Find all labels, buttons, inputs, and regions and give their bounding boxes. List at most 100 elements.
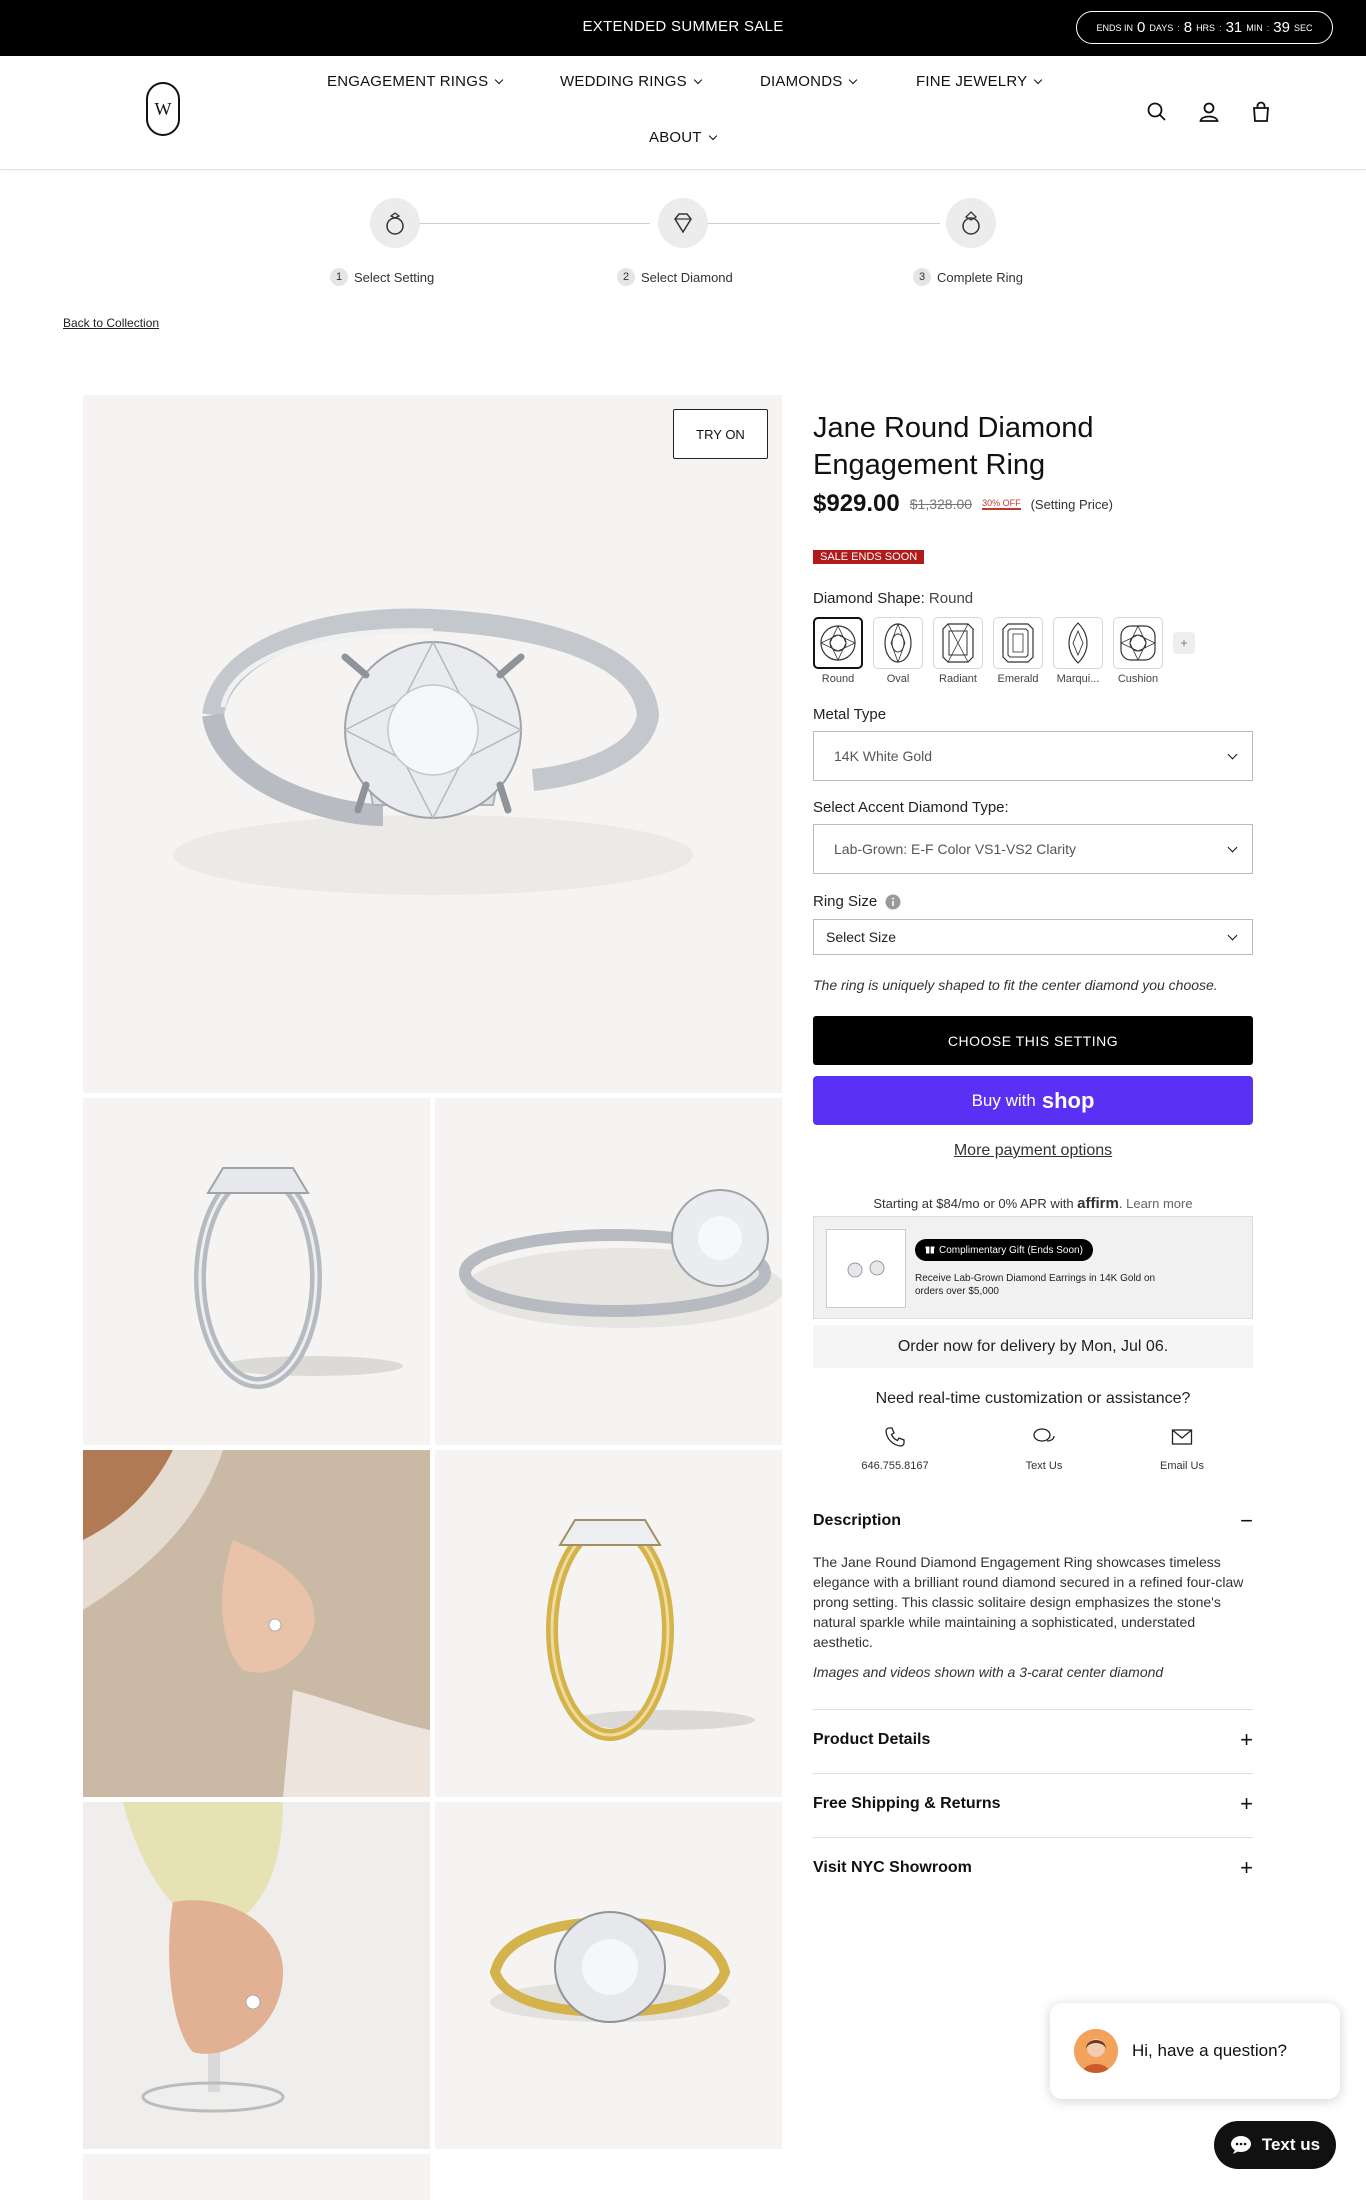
more-payment-options-link[interactable]: More payment options — [813, 1142, 1253, 1160]
shape-option-marquise[interactable]: Marqui... — [1053, 617, 1103, 685]
shape-option-emerald[interactable]: Emerald — [993, 617, 1043, 685]
builder-steps: 1 Select Setting 2 Select Diamond 3 Complet… — [0, 170, 1366, 310]
earrings-image — [847, 1260, 885, 1278]
shape-option-radiant[interactable]: Radiant — [933, 617, 983, 685]
ring-icon — [386, 212, 404, 235]
chevron-down-icon — [693, 75, 703, 85]
gallery-tile-profile-view[interactable] — [435, 1098, 782, 1445]
shape-option-round[interactable]: Round — [813, 617, 863, 685]
step-complete-circle[interactable] — [946, 198, 996, 248]
chevron-down-icon — [708, 131, 717, 141]
ring-size-label: Ring Size — [813, 893, 901, 910]
gallery-tile-more[interactable] — [83, 2154, 430, 2200]
shop-pay-logo: shop — [1041, 1087, 1095, 1113]
shape-option-oval[interactable]: Oval — [873, 617, 923, 685]
accordion-nyc-showroom[interactable]: Visit NYC Showroom + — [813, 1855, 1253, 1881]
round-shape-icon — [820, 625, 856, 661]
metal-type-select[interactable]: 14K White Gold — [813, 731, 1253, 781]
bag-icon[interactable] — [1249, 100, 1273, 124]
chevron-down-icon — [1227, 749, 1238, 759]
shape-option-cushion[interactable]: Cushion — [1113, 617, 1163, 685]
gift-icon — [925, 1246, 935, 1254]
accordion-title: Visit NYC Showroom — [813, 1859, 972, 1876]
step-diamond-circle[interactable] — [658, 198, 708, 248]
delivery-estimate: Order now for delivery by Mon, Jul 06. — [813, 1325, 1253, 1368]
nav-engagement-rings[interactable]: ENGAGEMENT RINGS — [327, 73, 504, 90]
step-setting-circle[interactable] — [370, 198, 420, 248]
accordion-shipping-returns[interactable]: Free Shipping & Returns + — [813, 1791, 1253, 1817]
gift-pill-text: Complimentary Gift (Ends Soon) — [939, 1245, 1083, 1256]
current-price: $929.00 — [813, 490, 900, 517]
shape-selector: Round Oval Radiant Emerald Marqui... Cus… — [813, 617, 1195, 685]
help-title: Need real-time customization or assistan… — [875, 1390, 1191, 1407]
nav-fine-jewelry[interactable]: FINE JEWELRY — [916, 73, 1043, 90]
countdown-timer: ENDS IN 0 DAYS : 8 HRS : 31 MIN : 39 SEC — [1076, 11, 1333, 44]
chevron-down-icon — [1227, 842, 1238, 852]
timer-min-label: MIN — [1246, 22, 1263, 33]
chat-bubbles-icon — [1033, 1428, 1055, 1442]
contact-phone[interactable]: 646.755.8167 — [850, 1422, 940, 1472]
price-note: (Setting Price) — [1030, 496, 1113, 512]
gallery-tile-yellow-top[interactable] — [435, 1802, 782, 2149]
description-note: Images and videos shown with a 3-carat c… — [813, 1664, 1164, 1680]
contact-text[interactable]: Text Us — [999, 1422, 1089, 1472]
step-setting-label[interactable]: 1 Select Setting — [330, 268, 434, 286]
divider — [813, 1773, 1253, 1774]
more-shapes-button[interactable]: + — [1173, 632, 1195, 654]
step-number: 2 — [617, 268, 635, 286]
ring-size-select[interactable]: Select Size — [813, 919, 1253, 955]
nav-diamonds[interactable]: DIAMONDS — [760, 73, 858, 90]
search-icon[interactable] — [1145, 100, 1169, 124]
nav-about[interactable]: ABOUT — [649, 129, 717, 146]
try-on-button[interactable]: TRY ON — [673, 409, 768, 459]
buy-with-shop-button[interactable]: Buy with shop — [813, 1076, 1253, 1125]
ring-side-image — [194, 1167, 403, 1389]
divider — [813, 1837, 1253, 1838]
text-us-chat-button[interactable]: Text us — [1214, 2121, 1336, 2169]
logo-letter: W — [154, 98, 172, 119]
chevron-down-icon — [495, 75, 504, 85]
contact-email[interactable]: Email Us — [1137, 1422, 1227, 1472]
timer-sec: 39 — [1273, 19, 1290, 36]
emerald-shape-icon — [1002, 623, 1034, 663]
timer-prefix: ENDS IN — [1096, 22, 1134, 33]
site-header: W ENGAGEMENT RINGS WEDDING RINGS DIAMOND… — [0, 56, 1366, 170]
timer-hrs: 8 — [1183, 19, 1193, 36]
choose-setting-button[interactable]: CHOOSE THIS SETTING — [813, 1016, 1253, 1065]
marquise-shape-icon — [1068, 622, 1088, 664]
chevron-down-icon — [849, 75, 858, 85]
collapse-icon: − — [1240, 1508, 1253, 1533]
back-to-collection-link[interactable]: Back to Collection — [63, 316, 159, 330]
phone-number: 646.755.8167 — [861, 1460, 929, 1472]
gallery-tile-hand-glass[interactable] — [83, 1802, 430, 2149]
accordion-product-details[interactable]: Product Details + — [813, 1727, 1253, 1753]
step-text: Select Setting — [354, 269, 435, 285]
nav-wedding-rings[interactable]: WEDDING RINGS — [560, 73, 703, 90]
info-icon[interactable] — [885, 894, 901, 910]
gallery-tile-side-view[interactable] — [83, 1098, 430, 1445]
ring-size-label-text: Ring Size — [813, 893, 878, 910]
chat-greeting-text: Hi, have a question? — [1132, 2041, 1287, 2060]
shape-name: Cushion — [1117, 673, 1159, 685]
main-product-image[interactable]: TRY ON — [83, 395, 782, 1093]
accordion-description-header[interactable]: Description − — [813, 1508, 1253, 1534]
step-complete-label[interactable]: 3 Complete Ring — [913, 268, 1023, 286]
cushion-shape-icon — [1120, 625, 1156, 661]
divider — [813, 1709, 1253, 1710]
product-info: Jane Round Diamond Engagement Ring — [813, 410, 1253, 484]
accent-diamond-select[interactable]: Lab-Grown: E-F Color VS1-VS2 Clarity — [813, 824, 1253, 874]
chat-greeting-popup[interactable]: Hi, have a question? — [1050, 2003, 1340, 2099]
step-diamond-label[interactable]: 2 Select Diamond — [617, 268, 733, 286]
shape-label: Diamond Shape: Round — [813, 590, 973, 607]
affirm-logo: affirm — [1077, 1195, 1119, 1212]
ring-profile-image — [459, 1189, 782, 1328]
gallery-tile-yellow-gold[interactable] — [435, 1450, 782, 1797]
accent-diamond-value: Lab-Grown: E-F Color VS1-VS2 Clarity — [834, 841, 1076, 857]
gallery-tile-hand-model[interactable] — [83, 1450, 430, 1797]
affirm-learn-more-link[interactable]: Learn more — [1126, 1196, 1192, 1211]
account-icon[interactable] — [1197, 100, 1221, 124]
agent-photo — [1074, 2029, 1118, 2073]
brand-logo[interactable]: W — [146, 82, 180, 136]
gift-promo: Complimentary Gift (Ends Soon) Receive L… — [813, 1216, 1253, 1319]
description-body: The Jane Round Diamond Engagement Ring s… — [813, 1554, 1244, 1650]
